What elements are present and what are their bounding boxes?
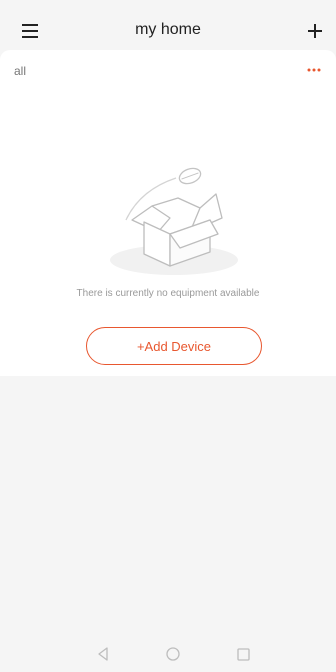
menu-button[interactable] [18,20,42,42]
nav-home-button[interactable] [163,644,183,664]
add-button[interactable] [302,18,328,44]
page-title: my home [135,21,201,38]
hamburger-menu-icon [22,24,38,38]
top-bar: my home [0,0,336,50]
more-dots-icon [307,68,321,72]
home-circle-icon [166,647,180,661]
empty-box-icon [110,167,238,275]
plus-icon [308,24,322,38]
nav-recents-button[interactable] [233,644,253,664]
back-triangle-icon [98,647,108,661]
app-screen: my home all There is currently no equipm… [0,0,336,672]
nav-back-button[interactable] [93,644,113,664]
add-device-button[interactable]: +Add Device [86,327,262,365]
system-navigation-bar [0,636,336,672]
more-options-button[interactable] [304,62,324,78]
filter-tab-all[interactable]: all [14,64,26,78]
empty-state-message: There is currently no equipment availabl… [76,288,260,299]
recents-square-icon [236,647,250,661]
